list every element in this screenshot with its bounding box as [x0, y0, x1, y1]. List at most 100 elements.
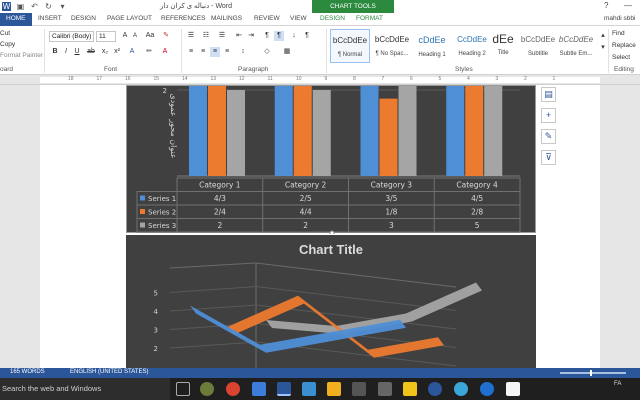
- font-size-select[interactable]: 11: [96, 31, 116, 42]
- bar-2-2[interactable]: [293, 85, 312, 176]
- calculator-icon[interactable]: [352, 382, 366, 396]
- font-color-icon[interactable]: A: [160, 47, 170, 57]
- rtl-icon[interactable]: ¶: [274, 31, 284, 41]
- line-spacing-icon[interactable]: ↕: [238, 47, 248, 57]
- change-case-icon[interactable]: Aa: [145, 31, 155, 41]
- subscript-icon[interactable]: x₂: [100, 47, 110, 57]
- task-view-icon[interactable]: [176, 382, 190, 396]
- app-icon[interactable]: [454, 382, 468, 396]
- minimize-icon[interactable]: —: [624, 1, 632, 10]
- show-marks-icon[interactable]: ¶: [302, 31, 312, 41]
- chrome-icon[interactable]: [226, 382, 240, 396]
- style-title[interactable]: dEe Title: [483, 29, 523, 63]
- bar-2-4[interactable]: [465, 85, 484, 176]
- user-name[interactable]: mahdi sbbi: [604, 15, 635, 22]
- bar-1-2[interactable]: [274, 85, 293, 176]
- highlight-icon[interactable]: ✏: [144, 47, 154, 57]
- bar-1-3[interactable]: [360, 85, 379, 176]
- tab-chart-format[interactable]: FORMAT: [356, 13, 383, 26]
- align-left-icon[interactable]: ≡: [186, 47, 196, 57]
- line-chart[interactable]: Chart Title 5 4 3 2: [126, 235, 536, 368]
- shading-icon[interactable]: ◇: [262, 47, 272, 57]
- zoom-thumb[interactable]: [590, 370, 592, 376]
- text-effects-icon[interactable]: A: [127, 47, 137, 57]
- tab-home[interactable]: HOME: [0, 13, 32, 26]
- sort-icon[interactable]: ↓: [289, 31, 299, 41]
- bar-2-1[interactable]: [208, 85, 226, 176]
- tab-chart-design[interactable]: DESIGN: [320, 13, 345, 26]
- taskbar-search[interactable]: Search the web and Windows: [0, 378, 170, 400]
- chart-styles-icon[interactable]: ✎: [541, 129, 556, 144]
- bullets-icon[interactable]: ☰: [186, 31, 196, 41]
- underline-icon[interactable]: U: [72, 47, 82, 57]
- grow-font-icon[interactable]: A: [120, 31, 130, 41]
- tab-page-layout[interactable]: PAGE LAYOUT: [107, 13, 152, 26]
- horizontal-ruler[interactable]: 18 17 16 15 14 13 12 11 10 9 8 7 6 5 4 3 2 1: [0, 75, 640, 85]
- language-indicator[interactable]: FA: [614, 380, 621, 389]
- bar-3-3[interactable]: [398, 85, 417, 176]
- shrink-font-icon[interactable]: A: [130, 31, 140, 41]
- undo-icon[interactable]: ↶: [30, 2, 39, 11]
- cut-button[interactable]: Cut: [0, 30, 10, 37]
- tab-design[interactable]: DESIGN: [71, 13, 96, 26]
- word-count[interactable]: 165 WORDS: [10, 369, 45, 375]
- app-icon[interactable]: [378, 382, 392, 396]
- gallery-up-icon[interactable]: ▴: [598, 31, 608, 41]
- clear-format-icon[interactable]: ✎: [161, 31, 171, 41]
- bar-3-2[interactable]: [312, 90, 331, 176]
- tab-insert[interactable]: INSERT: [38, 13, 62, 26]
- help-icon[interactable]: ?: [604, 1, 608, 10]
- file-explorer-icon[interactable]: [327, 382, 341, 396]
- replace-button[interactable]: Replace: [612, 42, 636, 49]
- tab-mailings[interactable]: MAILINGS: [211, 13, 242, 26]
- bold-icon[interactable]: B: [50, 47, 60, 57]
- save-icon[interactable]: ▣: [16, 2, 25, 11]
- justify-icon[interactable]: ≡: [222, 47, 232, 57]
- superscript-icon[interactable]: x²: [112, 47, 122, 57]
- resize-handle[interactable]: [329, 230, 335, 236]
- italic-icon[interactable]: I: [61, 47, 71, 57]
- find-button[interactable]: Find: [612, 30, 625, 37]
- ltr-icon[interactable]: ¶: [262, 31, 272, 41]
- bar-3-4[interactable]: [484, 85, 503, 176]
- bar-chart[interactable]: 3 2 Category 1 Category 2 Category 3 Categor…: [126, 85, 536, 236]
- app-cube-icon[interactable]: [252, 382, 266, 396]
- strikethrough-icon[interactable]: ab: [86, 47, 96, 57]
- bar-3-1[interactable]: [227, 90, 245, 176]
- bar-2-3[interactable]: [379, 98, 398, 176]
- borders-icon[interactable]: ▦: [282, 47, 292, 57]
- word-taskbar-icon[interactable]: [277, 382, 291, 396]
- style-subtle-emphasis[interactable]: bCcDdEe Subtle Em...: [556, 29, 596, 63]
- select-button[interactable]: Select: [612, 54, 630, 61]
- customize-icon[interactable]: ▾: [58, 2, 67, 11]
- edge-icon[interactable]: [480, 382, 494, 396]
- align-right-icon[interactable]: ≡: [210, 47, 220, 57]
- copy-button[interactable]: Copy: [0, 41, 15, 48]
- language-status[interactable]: ENGLISH (UNITED STATES): [70, 369, 148, 375]
- style-heading-1[interactable]: cDdEe Heading 1: [412, 29, 452, 63]
- style-subtitle[interactable]: bCcDdEe Subtitle: [518, 29, 558, 63]
- format-painter-button[interactable]: Format Painter: [0, 52, 43, 59]
- folder-icon[interactable]: [403, 382, 417, 396]
- layout-options-icon[interactable]: ▤: [541, 87, 556, 102]
- bar-1-1[interactable]: [189, 85, 207, 176]
- numbering-icon[interactable]: ☷: [201, 31, 211, 41]
- word-icon[interactable]: W: [2, 2, 11, 11]
- zoom-slider[interactable]: [560, 370, 626, 376]
- multilevel-list-icon[interactable]: ☰: [217, 31, 227, 41]
- app-icon[interactable]: [200, 382, 214, 396]
- bar-1-4[interactable]: [446, 85, 465, 176]
- app-icon[interactable]: [302, 382, 316, 396]
- tab-review[interactable]: REVIEW: [254, 13, 280, 26]
- chart-filters-icon[interactable]: ⊽: [541, 150, 556, 165]
- document-area[interactable]: 3 2 Category 1 Category 2 Category 3 Categor…: [0, 85, 640, 368]
- word-online-icon[interactable]: [428, 382, 442, 396]
- decrease-indent-icon[interactable]: ⇤: [234, 31, 244, 41]
- tab-references[interactable]: REFERENCES: [161, 13, 205, 26]
- app-icon[interactable]: [506, 382, 520, 396]
- style-no-spacing[interactable]: bCcDdEe ¶ No Spac...: [372, 29, 412, 63]
- font-family-select[interactable]: Calibri (Body): [49, 31, 94, 42]
- gallery-down-icon[interactable]: ▾: [598, 43, 608, 53]
- tab-view[interactable]: VIEW: [290, 13, 307, 26]
- align-center-icon[interactable]: ≡: [198, 47, 208, 57]
